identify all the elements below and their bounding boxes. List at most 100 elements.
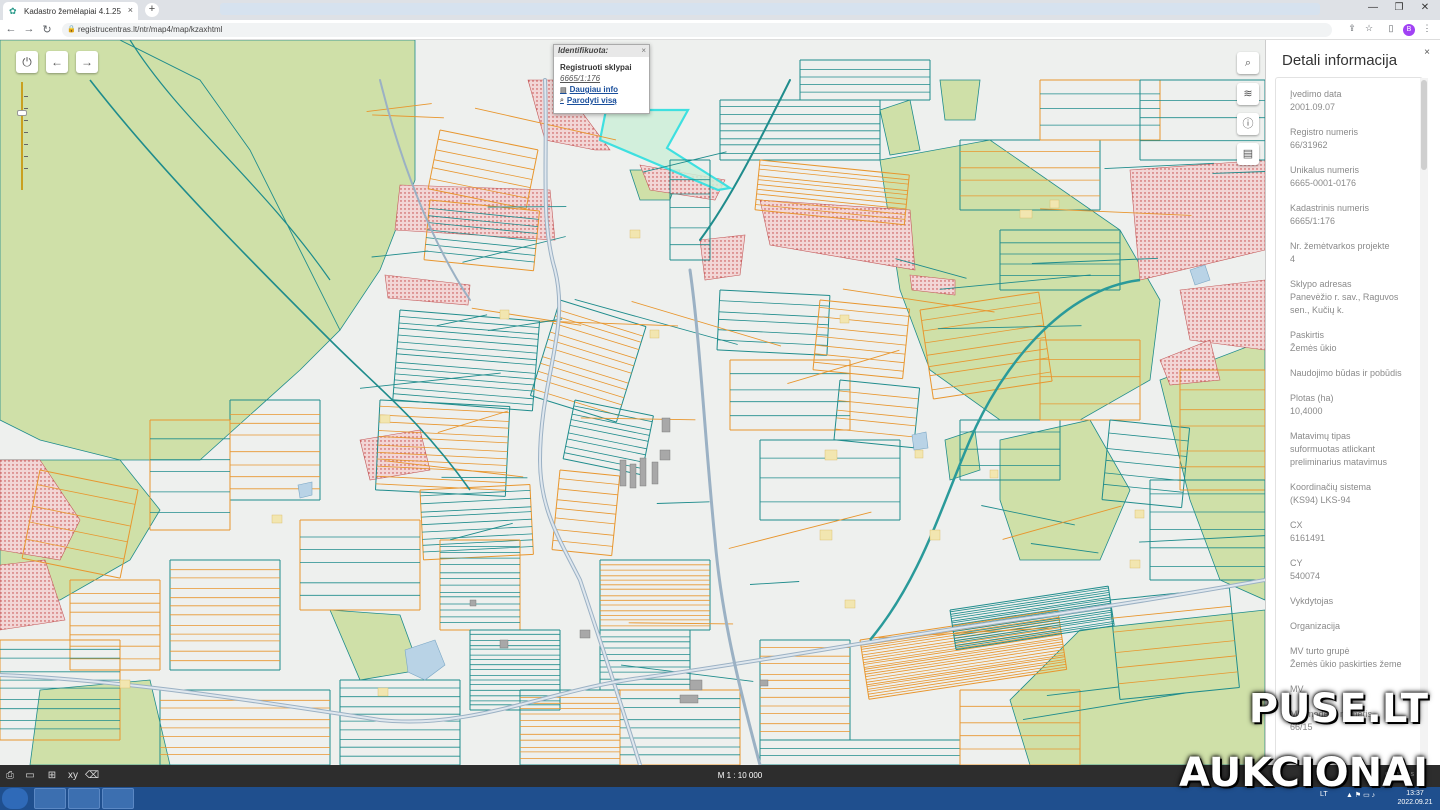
info-icon[interactable]: ⓘ — [1237, 113, 1259, 135]
new-tab-button[interactable]: + — [145, 3, 159, 17]
tab-close-icon[interactable]: × — [128, 5, 133, 15]
share-icon[interactable]: ⇪ — [1345, 23, 1359, 34]
field-value: suformuotas atlickant preliminarius mata… — [1290, 444, 1388, 467]
details-fields: Įvedimo data 2001.09.07 Registro numeris 66… — [1290, 88, 1420, 746]
identify-popup: Identifikuota: × Registruoti sklypai 666… — [553, 44, 650, 114]
field-value: 4 — [1290, 254, 1296, 264]
field-label: CX — [1290, 520, 1303, 530]
tab-title: Kadastro žemėlapiai 4.1.25 — [24, 6, 121, 16]
zoom-tick — [24, 120, 28, 121]
field-value: 6665-0001-0176 — [1290, 178, 1357, 188]
print-icon[interactable]: ⎙ — [3, 770, 17, 781]
power-icon[interactable]: ⏻ — [16, 51, 38, 73]
panel-title: Detali informacija — [1282, 52, 1398, 69]
explorer-app-icon[interactable] — [68, 788, 100, 809]
popup-title: Registruoti sklypai — [560, 63, 632, 72]
zoom-tick — [24, 96, 28, 97]
reload-icon[interactable]: ↻ — [40, 23, 54, 36]
field-label: Koordinačių sistema — [1290, 482, 1372, 492]
site-favicon-icon: ✿ — [9, 6, 17, 16]
zoom-tick — [24, 132, 28, 133]
field-value: Žemės ūkio — [1290, 343, 1337, 353]
details-box: Įvedimo data 2001.09.07 Registro numeris 66… — [1275, 77, 1423, 767]
forward-arrow-icon[interactable]: → — [22, 23, 36, 35]
browser-tabstrip: ✿ Kadastro žemėlapiai 4.1.25 × + — ❐ ✕ — [0, 0, 1440, 20]
field-label: Organizacija — [1290, 621, 1341, 631]
lock-icon: 🔒 — [67, 26, 76, 33]
field-value: 10,4000 — [1290, 406, 1323, 416]
field-label: Naudojimo būdas ir pobūdis — [1290, 368, 1402, 378]
background-tabs-area — [220, 3, 1320, 15]
bookmark-star-icon[interactable]: ☆ — [1362, 23, 1376, 34]
magnifier-small-icon: ⌕ — [560, 96, 564, 104]
field-value: Panevėžio r. sav., Raguvos sen., Kučių k… — [1290, 292, 1399, 315]
zoom-tick — [24, 144, 28, 145]
start-button[interactable] — [2, 788, 28, 809]
url-text: registrucentras.lt/ntr/map4/map/kzaxhtml — [78, 25, 223, 34]
search-icon[interactable]: ⌕ — [1237, 52, 1259, 74]
zoom-tick — [24, 156, 28, 157]
watermark-line-1: PUSE.LT — [1248, 686, 1428, 732]
field-value: 66/31962 — [1290, 140, 1328, 150]
show-all-label: Parodyti visą — [566, 96, 617, 105]
more-info-label: Daugiau info — [569, 85, 619, 94]
back-arrow-icon[interactable]: ← — [4, 23, 18, 35]
clock-date: 2022.09.21 — [1397, 799, 1433, 806]
scrollbar-thumb[interactable] — [1421, 80, 1427, 170]
popup-close-icon[interactable]: × — [641, 46, 646, 55]
field-label: Kadastrinis numeris — [1290, 203, 1370, 213]
more-info-link[interactable]: ▤ Daugiau info — [560, 85, 649, 94]
field-label: Paskirtis — [1290, 330, 1325, 340]
zoom-tick — [24, 108, 28, 109]
field-label: Nr. žemėtvarkos projekte — [1290, 241, 1390, 251]
field-label: CY — [1290, 558, 1303, 568]
coordinates-xy-icon[interactable]: xy — [66, 770, 80, 781]
maximize-button[interactable]: ❐ — [1386, 2, 1412, 13]
field-value: 6665/1:176 — [1290, 216, 1336, 226]
browser-tab[interactable]: ✿ Kadastro žemėlapiai 4.1.25 × — [3, 2, 138, 20]
menu-kebab-icon[interactable]: ⋮ — [1420, 23, 1434, 34]
field-label: Registro numeris — [1290, 127, 1359, 137]
field-label: Plotas (ha) — [1290, 393, 1334, 403]
map-canvas[interactable] — [0, 40, 1265, 765]
zoom-slider-track[interactable] — [21, 82, 23, 190]
field-value: (KS94) LKS-94 — [1290, 495, 1351, 505]
panel-scrollbar[interactable] — [1420, 78, 1428, 764]
popup-header: Identifikuota: — [554, 45, 649, 57]
document-small-icon: ▤ — [560, 86, 567, 94]
popup-cadastral-link[interactable]: 6665/1:176 — [560, 74, 649, 83]
chrome-app-icon[interactable] — [34, 788, 66, 809]
field-label: Unikalus numeris — [1290, 165, 1360, 175]
details-panel: Detali informacija × Įvedimo data 2001.09… — [1265, 40, 1440, 767]
show-all-link[interactable]: ⌕ Parodyti visą — [560, 96, 649, 105]
close-window-button[interactable]: ✕ — [1412, 2, 1438, 13]
layers-icon[interactable]: ≋ — [1237, 83, 1259, 105]
field-value: 540074 — [1290, 571, 1321, 581]
back-icon[interactable]: ← — [46, 51, 68, 73]
sidepanel-icon[interactable]: ▯ — [1384, 23, 1398, 34]
map-scale: M 1 : 10 000 — [717, 771, 763, 780]
add-area-icon[interactable]: ⊞ — [45, 770, 59, 781]
forward-icon[interactable]: → — [76, 51, 98, 73]
field-label: Įvedimo data — [1290, 89, 1342, 99]
watermark-line-2: AUKCIONAI — [1179, 750, 1428, 796]
field-label: MV turto grupė — [1290, 646, 1350, 656]
pdf-app-icon[interactable] — [102, 788, 134, 809]
cadastral-map[interactable]: ⏻ ← → ⌕ ≋ ⓘ ▤ Identifikuota: × Registruo… — [0, 40, 1265, 765]
eraser-icon[interactable]: ⌫ — [85, 770, 99, 781]
ruler-icon[interactable]: ▭ — [23, 770, 37, 781]
panel-close-icon[interactable]: × — [1419, 45, 1435, 61]
field-value: Žemės ūkio paskirties žeme — [1290, 659, 1402, 669]
field-label: Vykdytojas — [1290, 596, 1334, 606]
profile-avatar[interactable]: B — [1403, 24, 1415, 36]
zoom-tick — [24, 168, 28, 169]
field-value: 6161491 — [1290, 533, 1326, 543]
field-value: 2001.09.07 — [1290, 102, 1336, 112]
field-label: Sklypo adresas — [1290, 279, 1352, 289]
minimize-button[interactable]: — — [1360, 2, 1386, 13]
field-label: Matavimų tipas — [1290, 431, 1351, 441]
browser-toolbar: ← → ↻ 🔒 registrucentras.lt/ntr/map4/map/… — [0, 20, 1440, 40]
address-bar[interactable]: 🔒 registrucentras.lt/ntr/map4/map/kzaxht… — [62, 23, 1332, 37]
document-icon[interactable]: ▤ — [1237, 143, 1259, 165]
zoom-slider-handle[interactable] — [17, 110, 27, 116]
